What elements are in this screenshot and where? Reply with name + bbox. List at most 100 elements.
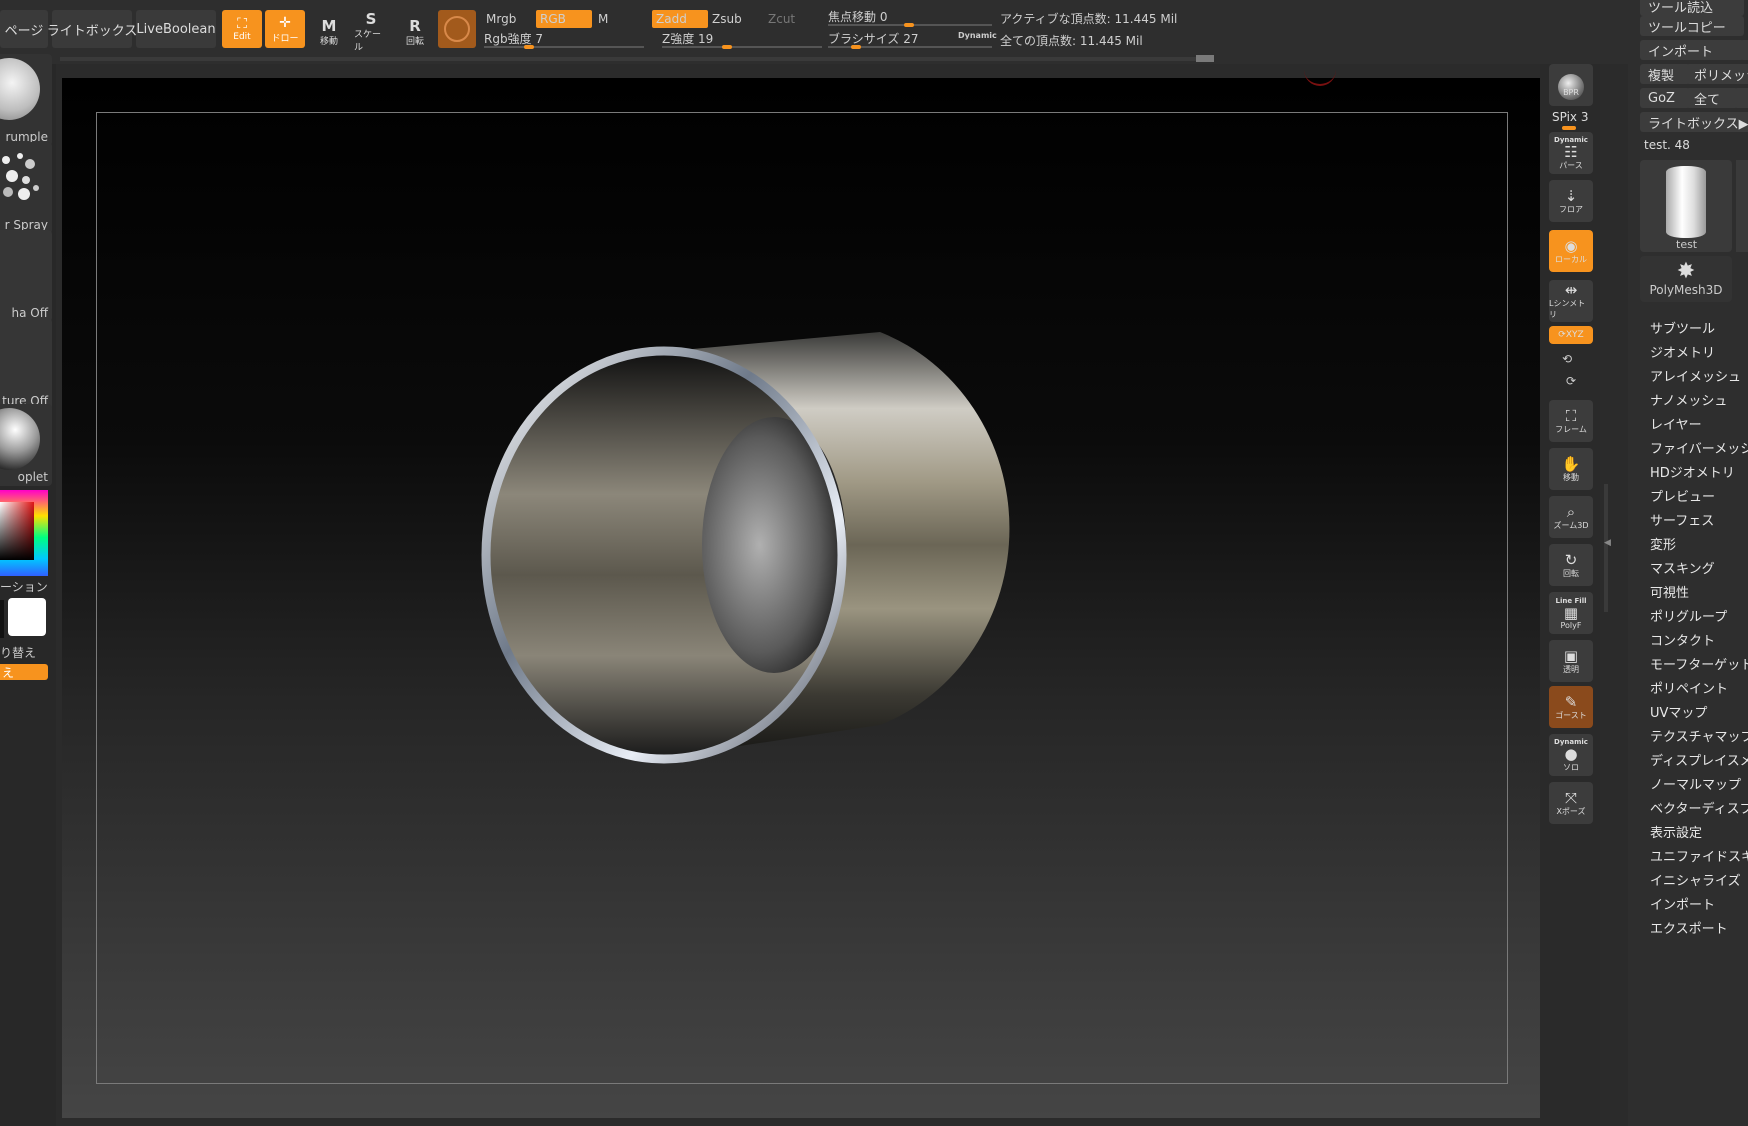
page-tab[interactable]: ページ — [0, 10, 48, 48]
primary-color-swatch[interactable] — [0, 600, 4, 638]
menu-surface[interactable]: サーフェス — [1650, 510, 1714, 529]
collapse-arrow-icon[interactable]: ◀ — [1604, 538, 1611, 548]
zadd-button[interactable]: Zadd — [652, 10, 708, 28]
menu-display-properties[interactable]: 表示設定 — [1650, 822, 1702, 841]
polymesh3d-label: PolyMesh3D — [1649, 283, 1723, 297]
menu-deformation[interactable]: 変形 — [1650, 534, 1676, 553]
xpose-button[interactable]: ⤧ Xポーズ — [1549, 782, 1593, 824]
material-swatch-button[interactable] — [438, 10, 476, 48]
all-button[interactable]: 全て — [1686, 88, 1738, 108]
menu-nanomesh[interactable]: ナノメッシュ — [1650, 390, 1727, 409]
solo-button[interactable]: Dynamic ● ソロ — [1549, 734, 1593, 776]
stroke-selector[interactable]: r Spray — [0, 142, 52, 234]
brush-preview-icon — [0, 58, 40, 120]
menu-import[interactable]: インポート — [1650, 894, 1715, 913]
menu-unified-skin[interactable]: ユニファイドスキ — [1650, 846, 1748, 865]
bpr-button[interactable]: BPR — [1549, 64, 1593, 106]
rotate-view-button[interactable]: ↻ 回転 — [1549, 544, 1593, 586]
menu-polygroups[interactable]: ポリグループ — [1650, 606, 1727, 625]
total-points-readout: 全ての頂点数: 11.445 Mil — [1000, 34, 1143, 48]
menu-subtool[interactable]: サブツール — [1650, 318, 1715, 337]
menu-displacement-map[interactable]: ディスプレイスメ — [1650, 750, 1748, 769]
export-button-stub[interactable] — [1740, 40, 1748, 60]
dynamic-label[interactable]: Dynamic — [958, 31, 997, 40]
menu-export[interactable]: エクスポート — [1650, 918, 1728, 937]
goz-button[interactable]: GoZ — [1640, 88, 1690, 108]
edit-button[interactable]: ⛶ Edit — [222, 10, 262, 48]
lightbox-tool-button[interactable]: ライトボックス▶ツ — [1640, 112, 1748, 132]
menu-morph-target[interactable]: モーフターゲット — [1650, 654, 1748, 673]
menu-vector-displacement[interactable]: ベクターディスプ — [1650, 798, 1748, 817]
symmetry-label: Lシンメトリ — [1549, 299, 1586, 319]
menu-arraymesh[interactable]: アレイメッシュ — [1650, 366, 1741, 385]
alpha-selector[interactable]: ha Off — [0, 230, 52, 322]
menu-initialize[interactable]: イニシャライズ — [1650, 870, 1741, 889]
zoom3d-button[interactable]: ⌕ ズーム3D — [1549, 496, 1593, 538]
floor-button[interactable]: ⇣ フロア — [1549, 180, 1593, 222]
ghost-button[interactable]: ✎ ゴースト — [1549, 686, 1593, 728]
load-tool-button[interactable]: ツール読込 — [1640, 0, 1744, 16]
brush-size-knob[interactable] — [851, 45, 861, 49]
top-scrollbar-thumb[interactable] — [1196, 55, 1214, 62]
draw-button[interactable]: ✛ ドロー — [265, 10, 305, 48]
brush-selector[interactable]: rumple — [0, 54, 52, 146]
perspective-label: パース — [1559, 160, 1583, 170]
transparency-button[interactable]: ▣ 透明 — [1549, 640, 1593, 682]
polyf-label: PolyF — [1560, 620, 1582, 630]
menu-normal-map[interactable]: ノーマルマップ — [1650, 774, 1741, 793]
rgb-intensity-knob[interactable] — [524, 45, 534, 49]
rotate-y-icon[interactable]: ⟲ — [1562, 352, 1572, 366]
symmetry-icon: ⇹ — [1564, 281, 1578, 299]
spix-knob[interactable] — [1562, 126, 1576, 130]
menu-visibility[interactable]: 可視性 — [1650, 582, 1689, 601]
zsub-button[interactable]: Zsub — [708, 10, 762, 28]
m-button[interactable]: M — [594, 10, 648, 28]
menu-preview[interactable]: プレビュー — [1650, 486, 1715, 505]
tool-thumbnail[interactable]: test — [1640, 160, 1732, 252]
focal-shift-knob[interactable] — [904, 23, 914, 27]
menu-texture-map[interactable]: テクスチャマップ — [1650, 726, 1748, 745]
rotate-button[interactable]: R 回転 — [398, 14, 432, 50]
duplicate-button[interactable]: 複製 — [1640, 64, 1690, 84]
menu-fibermesh[interactable]: ファイバーメッシ — [1650, 438, 1748, 457]
menu-polypaint[interactable]: ポリペイント — [1650, 678, 1728, 697]
spix-slider[interactable]: SPix 3 — [1552, 110, 1588, 124]
move-button[interactable]: M 移動 — [312, 14, 346, 50]
perspective-button[interactable]: Dynamic ☷ パース — [1549, 132, 1593, 174]
symmetry-button[interactable]: ⇹ Lシンメトリ — [1549, 280, 1593, 322]
copy-tool-button[interactable]: ツールコピー — [1640, 16, 1744, 36]
menu-layers[interactable]: レイヤー — [1650, 414, 1702, 433]
menu-hd-geometry[interactable]: HDジオメトリ — [1650, 462, 1735, 481]
import-button[interactable]: インポート — [1640, 40, 1744, 60]
local-button[interactable]: ◉ ローカル — [1549, 230, 1593, 272]
rgb-button[interactable]: RGB — [536, 10, 592, 28]
z-intensity-knob[interactable] — [722, 45, 732, 49]
menu-uv-map[interactable]: UVマップ — [1650, 702, 1707, 721]
move-view-button[interactable]: ✋ 移動 — [1549, 448, 1593, 490]
panel-scrollbar[interactable] — [1604, 484, 1608, 612]
menu-masking[interactable]: マスキング — [1650, 558, 1715, 577]
polymesh3d-tool[interactable]: ✸ PolyMesh3D — [1640, 256, 1732, 302]
liveboolean-button[interactable]: LiveBoolean — [136, 10, 216, 48]
material-selector[interactable]: oplet — [0, 404, 52, 486]
rotate-z-icon[interactable]: ⟳ — [1566, 374, 1576, 388]
switch-color-label[interactable]: り替え — [0, 644, 36, 661]
polyf-button[interactable]: Line Fill ▦ PolyF — [1549, 592, 1593, 634]
swap-button[interactable]: え — [0, 664, 48, 680]
frame-button[interactable]: ⛶ フレーム — [1549, 400, 1593, 442]
visible-button-stub[interactable] — [1734, 88, 1748, 108]
secondary-color-swatch[interactable] — [8, 598, 46, 636]
menu-contact[interactable]: コンタクト — [1650, 630, 1715, 649]
cylinder-model[interactable] — [470, 320, 1110, 780]
menu-geometry[interactable]: ジオメトリ — [1650, 342, 1715, 361]
mrgb-button[interactable]: Mrgb — [482, 10, 534, 28]
scale-button[interactable]: S スケール — [354, 11, 388, 53]
zcut-button[interactable]: Zcut — [764, 10, 818, 28]
lightbox-button[interactable]: ライトボックス — [47, 10, 137, 48]
color-picker[interactable] — [0, 490, 48, 576]
xyz-button[interactable]: ⟳ XYZ — [1549, 326, 1593, 344]
tool-thumbnail-next[interactable] — [1736, 160, 1748, 252]
texture-selector[interactable]: ture Off — [0, 318, 52, 410]
draw-icon: ✛ — [279, 14, 291, 31]
polymesh-button[interactable]: ポリメッシ — [1686, 64, 1748, 84]
